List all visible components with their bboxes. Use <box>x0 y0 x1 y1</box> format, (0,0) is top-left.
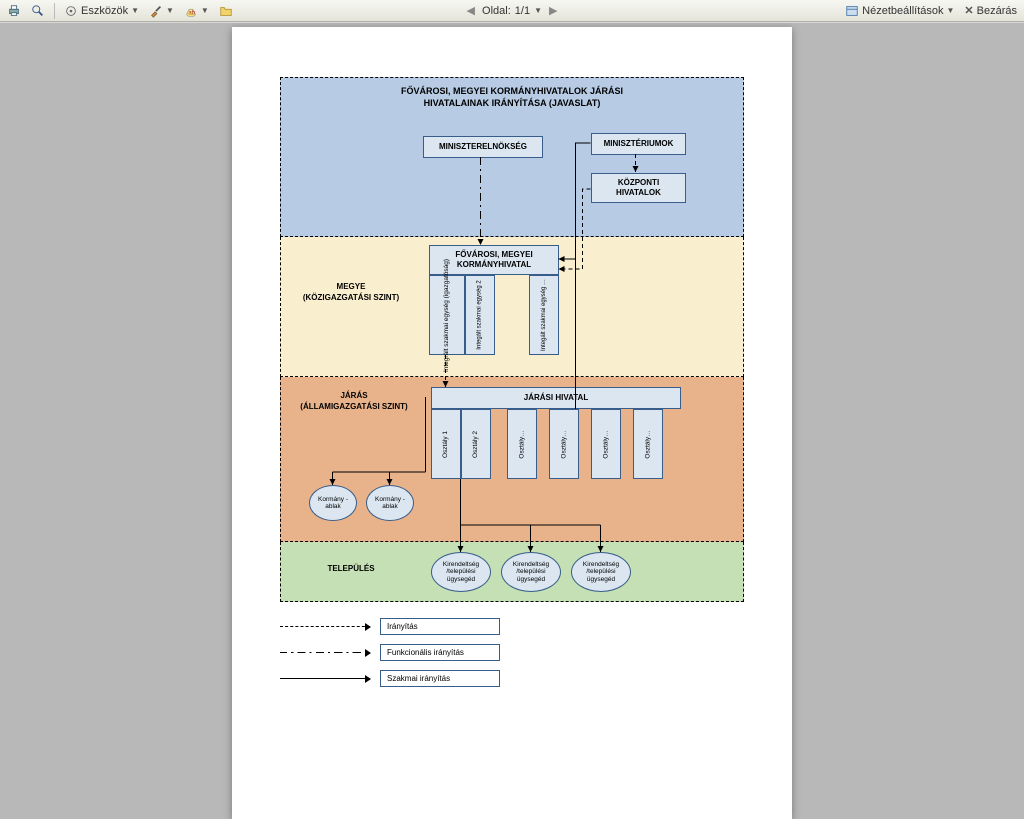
chevron-down-icon: ▼ <box>947 6 955 15</box>
box-pm-office: MINISZTERELNÖKSÉG <box>423 136 543 158</box>
col-dept-1: Osztály 1 <box>431 409 461 479</box>
legend-row-functional: Funkcionális irányítás <box>280 642 744 662</box>
label-settlement: TELEPÜLÉS <box>306 564 396 575</box>
find-icon[interactable] <box>28 3 48 19</box>
close-label: Bezárás <box>977 5 1017 17</box>
legend-arrow-dashdot <box>280 652 370 653</box>
legend-arrow-dashed <box>280 626 370 627</box>
ellipse-branch-3: Kirendeltség /települési ügysegéd <box>571 552 631 592</box>
ellipse-branch-2: Kirendeltség /települési ügysegéd <box>501 552 561 592</box>
legend-arrow-solid <box>280 678 370 679</box>
page-nav: ◀ Oldal: 1/1 ▼ ▶ <box>464 3 561 18</box>
brush-icon[interactable]: ▼ <box>146 3 177 19</box>
ellipse-gov-window-2: Kormány -ablak <box>366 485 414 521</box>
label-district: JÁRÁS(ÁLLAMIGAZGATÁSI SZINT) <box>289 391 419 413</box>
page-prev-button[interactable]: ◀ <box>464 3 478 18</box>
chevron-down-icon: ▼ <box>166 6 174 15</box>
col-dept-6: Osztály… <box>633 409 663 479</box>
legend-label-professional: Szakmai irányítás <box>380 670 500 687</box>
col-integrated-1: Integrált szakmai egység (igazgatóság) <box>429 275 465 355</box>
col-integrated-3: Integált szakmai egység … <box>529 275 559 355</box>
page-value: 1/1 <box>515 5 530 17</box>
close-icon: ✕ <box>964 4 973 17</box>
highlight-icon[interactable]: ab ▼ <box>181 3 212 19</box>
toolbar: Eszközök ▼ ▼ ab ▼ ◀ Oldal: 1/1 ▼ ▶ Nézet… <box>0 0 1024 22</box>
ellipse-branch-1: Kirendeltség /települési ügysegéd <box>431 552 491 592</box>
legend: Irányítás Funkcionális irányítás Szakmai… <box>280 616 744 688</box>
close-button[interactable]: ✕ Bezárás <box>961 3 1020 18</box>
chevron-down-icon: ▼ <box>201 6 209 15</box>
legend-label-functional: Funkcionális irányítás <box>380 644 500 661</box>
chevron-down-icon: ▼ <box>131 6 139 15</box>
box-central-offices: KÖZPONTI HIVATALOK <box>591 173 686 203</box>
tier-district: JÁRÁS(ÁLLAMIGAZGATÁSI SZINT) JÁRÁSI HIVA… <box>280 377 744 542</box>
col-dept-4: Osztály… <box>549 409 579 479</box>
toolbar-separator <box>54 3 55 19</box>
app-window: Eszközök ▼ ▼ ab ▼ ◀ Oldal: 1/1 ▼ ▶ Nézet… <box>0 0 1024 819</box>
box-ministries: MINISZTÉRIUMOK <box>591 133 686 155</box>
view-settings-label: Nézetbeállítások <box>862 5 943 17</box>
tools-menu[interactable]: Eszközök ▼ <box>61 3 142 19</box>
tier-settlement: TELEPÜLÉS Kirendeltség /települési ügyse… <box>280 542 744 602</box>
view-settings-menu[interactable]: Nézetbeállítások ▼ <box>842 3 957 19</box>
col-integrated-2: Integált szakmai egység 2 <box>465 275 495 355</box>
col-dept-5: Osztály… <box>591 409 621 479</box>
ellipse-gov-window-1: Kormány -ablak <box>309 485 357 521</box>
svg-text:ab: ab <box>188 9 195 16</box>
col-dept-2: Osztály 2 <box>461 409 491 479</box>
box-district-office: JÁRÁSI HIVATAL <box>431 387 681 409</box>
legend-row-professional: Szakmai irányítás <box>280 668 744 688</box>
folder-icon[interactable] <box>216 3 236 19</box>
legend-row-direction: Irányítás <box>280 616 744 636</box>
tier-county: MEGYE(KÖZIGAZGATÁSI SZINT) FŐVÁROSI, MEG… <box>280 237 744 377</box>
chevron-down-icon: ▼ <box>534 6 542 15</box>
page-next-button[interactable]: ▶ <box>546 3 560 18</box>
print-icon[interactable] <box>4 3 24 19</box>
document-page: FŐVÁROSI, MEGYEI KORMÁNYHIVATALOK JÁRÁSI… <box>232 27 792 819</box>
diagram-title: FŐVÁROSI, MEGYEI KORMÁNYHIVATALOK JÁRÁSI… <box>281 78 743 109</box>
col-dept-3: Osztály… <box>507 409 537 479</box>
page-label: Oldal: <box>482 5 511 17</box>
tools-label: Eszközök <box>81 5 128 17</box>
org-diagram: FŐVÁROSI, MEGYEI KORMÁNYHIVATALOK JÁRÁSI… <box>280 77 744 602</box>
workspace[interactable]: FŐVÁROSI, MEGYEI KORMÁNYHIVATALOK JÁRÁSI… <box>0 23 1024 819</box>
tier-national: FŐVÁROSI, MEGYEI KORMÁNYHIVATALOK JÁRÁSI… <box>280 77 744 237</box>
legend-label-direction: Irányítás <box>380 618 500 635</box>
label-county: MEGYE(KÖZIGAZGATÁSI SZINT) <box>296 282 406 304</box>
